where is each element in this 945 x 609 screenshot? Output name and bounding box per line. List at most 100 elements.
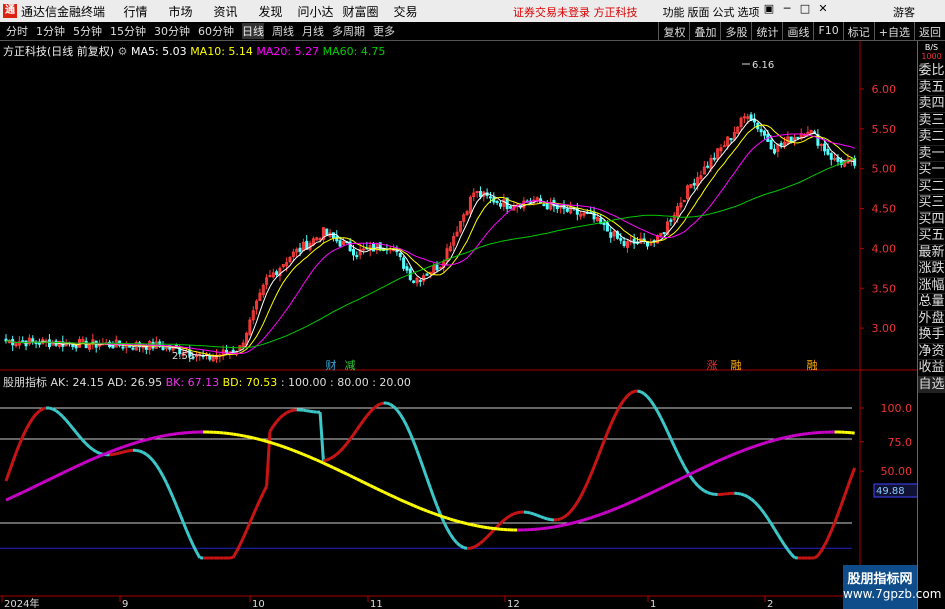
- candle-body: [565, 208, 569, 212]
- panel-earnings[interactable]: 收益: [918, 360, 945, 377]
- indicator-title: 股朋指标 AK: 24.15 AD: 26.95 BK: 67.13 BD: 7…: [3, 374, 411, 390]
- bk-bd-segment: [573, 520, 578, 525]
- bk-bd-segment: [112, 448, 117, 453]
- candle-body: [74, 345, 78, 349]
- ak-ad-segment: [158, 469, 165, 477]
- ak-ad-segment: [151, 459, 158, 466]
- stock-name: 方正科技(日线 前复权): [3, 45, 115, 58]
- ak-ad-segment: [643, 392, 649, 398]
- ak-ad-segment: [148, 456, 155, 462]
- panel-outer[interactable]: 外盘: [918, 311, 945, 327]
- panel-sell1[interactable]: 卖一: [918, 146, 945, 162]
- panel-sell4[interactable]: 卖四: [918, 96, 945, 113]
- panel-buy1[interactable]: 买一: [918, 162, 945, 179]
- candle-body: [418, 279, 422, 282]
- ak-ad-segment: [606, 424, 613, 434]
- ak-ad-segment: [355, 424, 362, 431]
- bk-bd-segment: [707, 462, 712, 468]
- panel-sell5[interactable]: 卖五: [918, 80, 945, 96]
- panel-weibi[interactable]: 委比: [918, 63, 945, 80]
- bk-bd-segment: [162, 433, 167, 438]
- ak-ad-segment: [258, 492, 265, 501]
- bk-bd-segment: [276, 443, 281, 447]
- bk-bd-segment: [670, 480, 675, 485]
- panel-sell3[interactable]: 卖三: [918, 113, 945, 129]
- bk-bd-segment: [436, 513, 441, 518]
- ak-ad-segment: [365, 410, 372, 417]
- ak-ad-segment: [506, 514, 512, 519]
- bk-bd-segment: [119, 445, 124, 450]
- ak-ad-segment: [415, 449, 422, 460]
- bk-bd-segment: [156, 435, 161, 439]
- panel-buy3[interactable]: 买三: [918, 195, 945, 212]
- panel-buy4[interactable]: 买四: [918, 212, 945, 228]
- bk-bd-segment: [406, 501, 411, 506]
- panel-turnover[interactable]: 换手: [918, 327, 945, 344]
- bk-bd-segment: [92, 456, 97, 461]
- ak-ad-segment: [68, 423, 74, 430]
- ak-ad-segment: [428, 487, 436, 498]
- bk-bd-segment: [239, 433, 244, 438]
- bk-bd-segment: [102, 451, 107, 457]
- panel-volume[interactable]: 总量: [918, 294, 945, 311]
- panel-buy2[interactable]: 买二: [918, 179, 945, 195]
- bk-bd-segment: [460, 520, 465, 525]
- panel-change-pct[interactable]: 涨幅: [918, 278, 945, 294]
- panel-buy5[interactable]: 买五: [918, 228, 945, 245]
- date-tick-label: 2: [767, 599, 773, 609]
- settings-gear-icon[interactable]: ⚙: [118, 45, 128, 58]
- panel-net-asset[interactable]: 净资: [918, 344, 945, 360]
- bk-bd-segment: [723, 455, 729, 460]
- candle-body: [796, 136, 800, 139]
- bk-bd-segment: [550, 525, 555, 529]
- bk-bd-segment: [249, 435, 254, 440]
- ak-ad-segment: [779, 539, 786, 546]
- candle-body: [21, 340, 25, 343]
- bk-bd-segment: [232, 432, 237, 437]
- bk-bd-segment: [38, 481, 44, 486]
- bk-bd-segment: [25, 487, 31, 493]
- ak-ad-segment: [115, 451, 120, 456]
- candle-body: [268, 275, 272, 278]
- bk-bd-segment: [690, 470, 695, 476]
- bk-bd-segment: [35, 482, 41, 488]
- candle-body: [275, 271, 279, 276]
- event-marker: 减: [345, 359, 356, 372]
- price-tick-label: 4.00: [872, 242, 897, 255]
- ak-ad-segment: [582, 482, 589, 491]
- bk-bd-segment: [663, 483, 669, 489]
- bk-bd-segment: [737, 449, 742, 455]
- bk-bd-segment: [359, 479, 365, 484]
- panel-sell2[interactable]: 卖二: [918, 129, 945, 146]
- bk-bd-segment: [259, 438, 264, 442]
- bk-bd-segment: [633, 497, 639, 503]
- bk-bd-segment: [376, 487, 381, 492]
- kline-chart[interactable]: 6.005.505.004.504.003.503.006.162.58财减涨融…: [0, 0, 945, 609]
- panel-latest[interactable]: 最新: [918, 245, 945, 261]
- ak-ad-segment: [61, 415, 68, 422]
- date-tick-label: 9: [122, 599, 128, 609]
- ak-ad-segment: [195, 551, 202, 559]
- bk-bd-segment: [292, 448, 298, 454]
- bk-bd-segment: [483, 525, 488, 530]
- bk-bd-segment: [416, 505, 421, 510]
- ak-ad-segment: [85, 442, 91, 449]
- candle-body: [602, 222, 606, 226]
- ak-ad-segment: [81, 439, 88, 445]
- ad-label: AD: 26.95: [107, 376, 163, 389]
- candle-body: [298, 247, 302, 252]
- ak-ad-segment: [71, 427, 78, 434]
- panel-change[interactable]: 涨跌: [918, 261, 945, 278]
- ak-ad-segment: [693, 480, 699, 487]
- price-tick-label: 6.00: [872, 83, 897, 96]
- bk-bd-segment: [566, 522, 572, 526]
- panel-watchlist[interactable]: 自选: [918, 376, 945, 393]
- price-tick-label: 5.00: [872, 163, 897, 176]
- ak-ad-segment: [579, 489, 586, 498]
- bk-bd-segment: [346, 472, 351, 478]
- event-marker: 财: [326, 358, 337, 372]
- ak-ad-segment: [28, 417, 34, 425]
- candle-body: [131, 347, 135, 350]
- bk-bd-segment: [269, 440, 274, 445]
- candle-body: [355, 255, 359, 258]
